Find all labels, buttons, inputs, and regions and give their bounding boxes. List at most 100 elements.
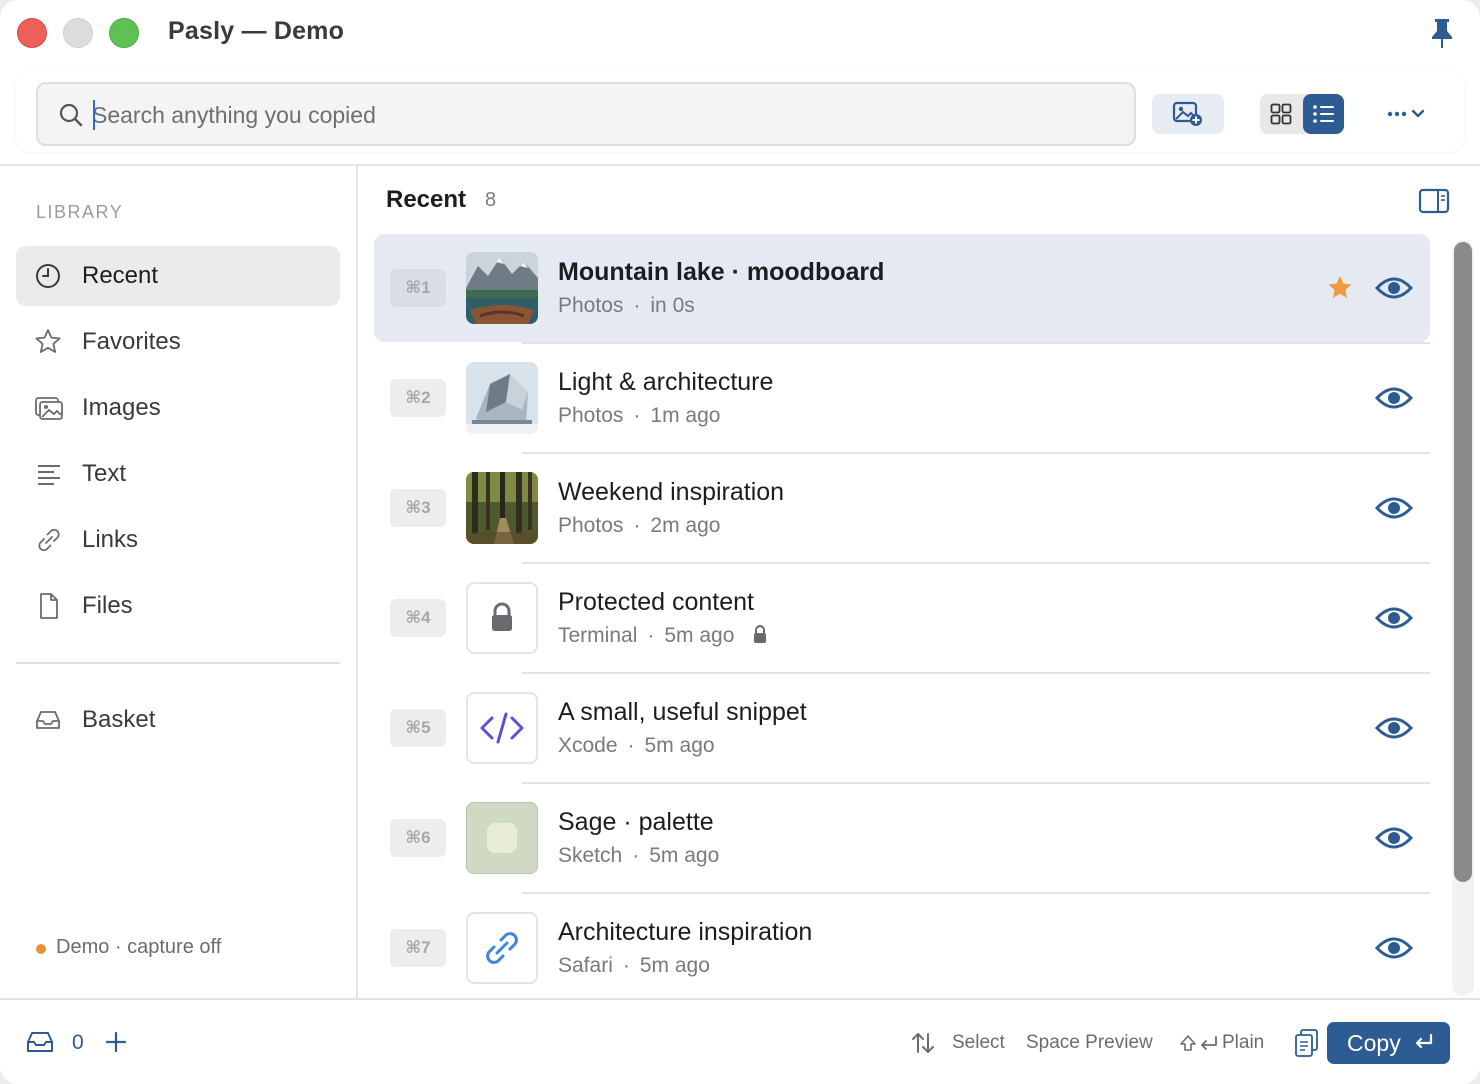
- sidebar-item-label: Text: [82, 460, 127, 487]
- sidebar-item-label: Recent: [82, 262, 159, 289]
- thumbnail-link: [466, 912, 538, 984]
- sidebar-item-label: Favorites: [82, 328, 181, 355]
- sidebar-item-label: Basket: [82, 706, 156, 733]
- item-meta: Sketch · 5m ago: [558, 844, 720, 867]
- zoom-window-button[interactable]: [109, 18, 139, 48]
- preview-eye-icon[interactable]: [1374, 932, 1414, 964]
- sidebar-item-basket[interactable]: Basket: [16, 690, 340, 750]
- copy-doc-icon[interactable]: [1294, 1028, 1320, 1058]
- grid-view-icon: [1270, 103, 1292, 125]
- item-time: in 0s: [650, 294, 695, 317]
- item-source: Terminal: [558, 624, 638, 647]
- sidebar-item-label: Files: [82, 592, 133, 619]
- item-meta: Safari · 5m ago: [558, 954, 710, 977]
- list-item[interactable]: ⌘7 Architecture inspiration Safari · 5m ag…: [374, 894, 1430, 998]
- sidebar-item-label: Images: [82, 394, 161, 421]
- sidebar-item-images[interactable]: Images: [16, 378, 340, 438]
- item-meta: Photos · 1m ago: [558, 404, 721, 427]
- sidebar-item-recent[interactable]: Recent: [16, 246, 340, 306]
- hint-select: Select: [952, 1032, 1005, 1053]
- lock-icon: [492, 602, 512, 631]
- sidebar-item-text[interactable]: Text: [16, 444, 340, 504]
- row-divider: [522, 672, 1430, 674]
- view-mode-toggle: [1260, 94, 1344, 134]
- more-icon: [1387, 111, 1407, 117]
- minimize-window-button[interactable]: [63, 18, 93, 48]
- code-icon: [480, 712, 524, 744]
- thumbnail-color-swatch: [466, 802, 538, 874]
- list-title: Recent: [386, 186, 467, 213]
- lock-icon: [754, 625, 767, 643]
- list-item[interactable]: ⌘3 Weekend inspiration Photos · 2m ago: [374, 454, 1430, 562]
- search-field[interactable]: [36, 82, 1136, 146]
- file-icon: [40, 593, 58, 619]
- image-plus-icon: [1172, 101, 1202, 126]
- list-scrollbar-thumb[interactable]: [1454, 242, 1472, 882]
- chevron-down-icon: [1411, 109, 1425, 118]
- images-icon: [35, 397, 63, 420]
- preview-eye-icon[interactable]: [1374, 602, 1414, 634]
- list-item[interactable]: ⌘6 Sage · palette Sketch · 5m ago: [374, 784, 1430, 892]
- text-caret: [93, 100, 95, 130]
- sidebar-item-favorites[interactable]: Favorites: [16, 312, 340, 372]
- preview-eye-icon[interactable]: [1374, 272, 1414, 304]
- plus-icon[interactable]: [104, 1030, 128, 1054]
- list-view-button[interactable]: [1303, 94, 1344, 134]
- preview-eye-icon[interactable]: [1374, 382, 1414, 414]
- shortcut-badge: ⌘5: [390, 709, 446, 747]
- link-icon: [486, 932, 518, 964]
- close-window-button[interactable]: [17, 18, 47, 48]
- item-title: Light & architecture: [558, 368, 774, 396]
- item-title: Architecture inspiration: [558, 918, 813, 946]
- sidebar-divider: [16, 662, 340, 664]
- item-source: Xcode: [558, 734, 618, 757]
- shortcut-badge: ⌘7: [390, 929, 446, 967]
- item-meta: Xcode · 5m ago: [558, 734, 715, 757]
- item-meta: Photos · in 0s: [558, 294, 695, 317]
- preview-eye-icon[interactable]: [1374, 822, 1414, 854]
- tray-icon: [36, 711, 60, 729]
- toolbar: [16, 70, 1464, 152]
- item-time: 5m ago: [639, 954, 710, 977]
- app-window: Pasly — Demo Search anything you copied …: [0, 0, 1480, 1084]
- row-divider: [522, 892, 1430, 894]
- sidebar-item-files[interactable]: Files: [16, 576, 340, 636]
- toggle-preview-panel-icon[interactable]: [1418, 188, 1450, 214]
- title-bar: Pasly — Demo: [0, 0, 1480, 66]
- pin-icon[interactable]: [1426, 16, 1458, 50]
- shortcut-badge: ⌘1: [390, 269, 446, 307]
- copy-button[interactable]: Copy: [1327, 1022, 1450, 1064]
- item-time: 1m ago: [650, 404, 721, 427]
- sidebar: LIBRARY Recent Favorites Images Text Lin…: [0, 166, 356, 998]
- list-item[interactable]: ⌘1 Mountain lake · moodboard Photos · in 0…: [374, 234, 1430, 342]
- search-input[interactable]: [92, 98, 1092, 132]
- preview-eye-icon[interactable]: [1374, 492, 1414, 524]
- list-count: 8: [485, 189, 497, 211]
- sidebar-item-label: Links: [82, 526, 139, 553]
- item-title: Sage · palette: [558, 808, 714, 836]
- list-item[interactable]: ⌘4 Protected content Terminal · 5m ago: [374, 564, 1430, 672]
- more-options-button[interactable]: [1380, 96, 1434, 132]
- shortcut-badge: ⌘4: [390, 599, 446, 637]
- list-view-icon: [1313, 105, 1334, 123]
- item-title: Protected content: [558, 588, 754, 616]
- grid-view-button[interactable]: [1260, 94, 1302, 134]
- row-divider: [522, 342, 1430, 344]
- add-image-button[interactable]: [1152, 94, 1224, 134]
- preview-eye-icon[interactable]: [1374, 712, 1414, 744]
- row-divider: [522, 562, 1430, 564]
- sidebar-item-links[interactable]: Links: [16, 510, 340, 570]
- item-time: 5m ago: [649, 844, 720, 867]
- footer-bar: 0 Select Space Preview Plain Copy: [0, 998, 1480, 1084]
- row-divider: [522, 782, 1430, 784]
- list-item[interactable]: ⌘2 Light & architecture Photos · 1m ago: [374, 344, 1430, 452]
- clock-icon: [36, 264, 60, 288]
- list-item[interactable]: ⌘5 A small, useful snippet Xcode · 5m ago: [374, 674, 1430, 782]
- capture-status-text: Demo · capture off: [56, 936, 222, 958]
- favorite-star-icon[interactable]: [1326, 274, 1354, 302]
- thumbnail-protected: [466, 582, 538, 654]
- tray-icon[interactable]: [26, 1030, 54, 1054]
- thumbnail-code: [466, 692, 538, 764]
- library-heading: LIBRARY: [36, 202, 124, 222]
- basket-count: 0: [72, 1031, 84, 1054]
